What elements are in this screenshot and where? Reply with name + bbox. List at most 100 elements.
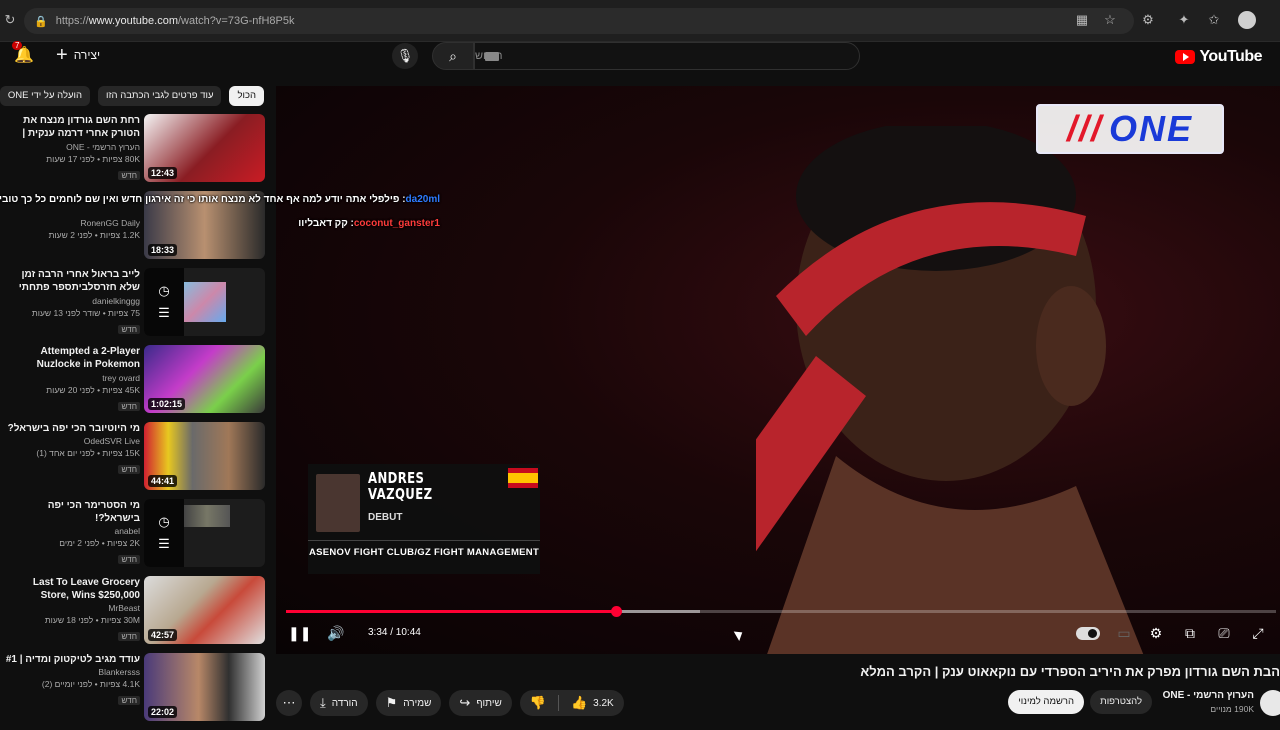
share-button[interactable]: שיתוף ↪ [449, 690, 512, 716]
list-item[interactable]: 22:02 עודד מגיב לטיקטוק ומדיה | #1 Blank… [0, 653, 270, 730]
video-title[interactable]: Last To Leave Grocery Store, Wins $250,0… [4, 576, 140, 602]
save-label: שמירה [403, 697, 432, 709]
cast-button[interactable]: ⎚ [1214, 621, 1234, 645]
channel-row: הערוץ הרשמי - ONE 190K מנויים להצטרפות ה… [990, 688, 1280, 718]
voice-search-button[interactable]: 🎙 [392, 43, 418, 69]
volume-icon: 🔊 [327, 625, 345, 641]
subtitles-button[interactable]: ▭ [1114, 621, 1134, 645]
volume-button[interactable]: 🔊 [326, 621, 346, 645]
fullscreen-button[interactable]: ⤢ [1248, 621, 1268, 645]
video-stats: 15K צפיות • לפני יום אחד (1) [36, 448, 140, 458]
video-title[interactable]: מי הסטרימר הכי יפה בישראל?! [4, 499, 140, 525]
list-item[interactable]: 1:02:15 Attempted a 2-Player Nuzlocke in… [0, 345, 270, 422]
pause-button[interactable]: ❚❚ [288, 621, 311, 645]
like-button[interactable]: 3.2K 👍 [571, 695, 614, 711]
list-item[interactable]: ◷ ☰ לייב בראול אחרי הרבה זמן שלא חזרסלבי… [0, 268, 270, 345]
channel-name[interactable]: הערוץ הרשמי - ONE [1163, 690, 1254, 701]
search-input[interactable]: חיפוש [474, 42, 860, 70]
queue-overlay[interactable]: ◷ ☰ [144, 268, 184, 336]
chip-all[interactable]: הכול [229, 86, 264, 106]
list-item[interactable]: ◷ ☰ מי הסטרימר הכי יפה בישראל?! anabel 2… [0, 499, 270, 576]
filter-chips: הכול עוד פרטים לגבי הכתבה הזו הועלה על י… [0, 86, 264, 108]
video-title-heading: הבת השם גורדון מפרק את היריב הספרדי עם נ… [860, 664, 1280, 679]
youtube-logo[interactable]: YouTube [1175, 48, 1262, 66]
list-item[interactable]: 42:57 Last To Leave Grocery Store, Wins … [0, 576, 270, 653]
playlist-thumbnail[interactable]: ◷ ☰ [144, 268, 265, 336]
duration-badge: 42:57 [148, 629, 178, 641]
join-button[interactable]: להצטרפות [1090, 690, 1152, 714]
create-label: יצירה [73, 48, 101, 62]
dislike-button[interactable]: 👎 [530, 695, 546, 711]
scrubber-handle[interactable] [610, 606, 622, 617]
playlist-thumbnail[interactable]: ◷ ☰ [144, 499, 265, 567]
video-stats: 4.1K צפיות • לפני יומיים (2) [41, 679, 140, 689]
youtube-header: YouTube חיפוש ⌕ 🎙 יצירה + 🔔 7 [0, 41, 1280, 82]
notifications-button[interactable]: 🔔 7 [12, 41, 34, 65]
url-domain: www.youtube.com [88, 15, 178, 27]
channel-name[interactable]: Blankersss [4, 666, 140, 678]
like-count: 3.2K [593, 697, 614, 709]
miniplayer-button[interactable]: ⧉ [1180, 621, 1200, 645]
extensions-icon[interactable]: ⚙ [1140, 12, 1156, 28]
video-title[interactable]: רחת השם גורדון מנצח את הטורק אחרי דרמה ע… [4, 114, 140, 141]
list-item[interactable]: 12:43 רחת השם גורדון מנצח את הטורק אחרי … [0, 114, 270, 191]
channel-name[interactable]: הערוץ הרשמי - ONE [4, 141, 140, 153]
duration-badge: 12:43 [148, 167, 178, 179]
video-title[interactable]: לייב בראול אחרי הרבה זמן שלא חזרסלביתספר… [4, 268, 140, 295]
autoplay-toggle[interactable] [1076, 627, 1100, 640]
youtube-play-icon [1175, 50, 1196, 64]
new-badge: חדש [118, 325, 140, 334]
video-stats: 45K צפיות • לפני 20 שעות [46, 385, 140, 395]
video-player[interactable]: /// ONE ANDRES VAZQUEZ DEBUT ASENOV FIGH… [276, 86, 1280, 654]
channel-name[interactable]: danielkinggg [4, 295, 140, 307]
list-item[interactable]: 44:41 מי היוטיובר הכי יפה בישראל? OdedSV… [0, 422, 270, 499]
video-thumbnail[interactable]: 22:02 [144, 653, 265, 721]
address-bar[interactable]: 🔒 https:// www.youtube.com /watch?v=73G-… [24, 8, 1134, 34]
channel-name[interactable]: OdedSVR Live [4, 435, 140, 447]
create-button[interactable]: יצירה + [56, 45, 101, 65]
chip-related[interactable]: עוד פרטים לגבי הכתבה הזו [98, 86, 222, 106]
chat-text: פילפלי אתה יודע למה אף אחד לא מנצח אותו … [0, 194, 400, 205]
subscribe-button[interactable]: הרשמה למינוי [1008, 690, 1084, 714]
reload-icon[interactable]: ↻ [2, 12, 18, 28]
video-stats: 80K צפיות • לפני 17 שעות [46, 154, 140, 164]
puzzle-icon[interactable]: ✦ [1176, 12, 1192, 28]
fighter-photo [316, 474, 360, 532]
video-stats: 2K צפיות • לפני 2 ימים [59, 538, 140, 548]
chat-text: קק דאבליוו [298, 218, 348, 229]
new-badge: חדש [118, 632, 140, 641]
queue-icon: ☰ [158, 305, 170, 320]
apps-icon[interactable]: ▦ [1074, 12, 1090, 28]
debut-tag: DEBUT [368, 512, 403, 523]
channel-name[interactable]: MrBeast [4, 602, 140, 614]
video-thumbnail[interactable]: 1:02:15 [144, 345, 265, 413]
video-title[interactable]: Attempted a 2-Player Nuzlocke in Pokemon… [4, 345, 140, 372]
channel-name[interactable]: trey ovard [4, 372, 140, 384]
chat-message: da20ml: פילפלי אתה יודע למה אף אחד לא מנ… [0, 192, 440, 208]
profile-avatar[interactable] [1238, 11, 1256, 29]
download-label: הורדה [331, 697, 358, 709]
settings-button[interactable]: ⚙ [1146, 621, 1166, 645]
save-button[interactable]: שמירה ⚑ [375, 690, 442, 716]
progress-bar[interactable] [286, 606, 1276, 617]
chip-uploader[interactable]: הועלה על ידי ONE [0, 86, 91, 106]
queue-overlay[interactable]: ◷ ☰ [144, 499, 184, 567]
channel-avatar[interactable] [1260, 690, 1280, 716]
video-title[interactable]: עודד מגיב לטיקטוק ומדיה | #1 [4, 653, 140, 666]
more-actions-button[interactable]: ⋯ [276, 690, 302, 716]
download-button[interactable]: הורדה ⤓ [310, 690, 368, 716]
video-thumbnail[interactable]: 42:57 [144, 576, 265, 644]
like-dislike-group: 3.2K 👍 👎 [519, 690, 624, 716]
video-title[interactable]: מי היוטיובר הכי יפה בישראל? [4, 422, 140, 435]
thumbnail-image [184, 282, 226, 322]
star-icon[interactable]: ☆ [1102, 12, 1118, 28]
keyboard-icon[interactable] [485, 52, 499, 61]
video-thumbnail[interactable]: 44:41 [144, 422, 265, 490]
played-bar [286, 610, 616, 613]
favorites-icon[interactable]: ✩ [1206, 12, 1222, 28]
miniplayer-icon: ⧉ [1185, 625, 1195, 641]
video-thumbnail[interactable]: 12:43 [144, 114, 265, 182]
thumbnail-image [184, 505, 230, 527]
search-button[interactable]: ⌕ [432, 42, 474, 70]
channel-name[interactable]: anabel [4, 525, 140, 537]
